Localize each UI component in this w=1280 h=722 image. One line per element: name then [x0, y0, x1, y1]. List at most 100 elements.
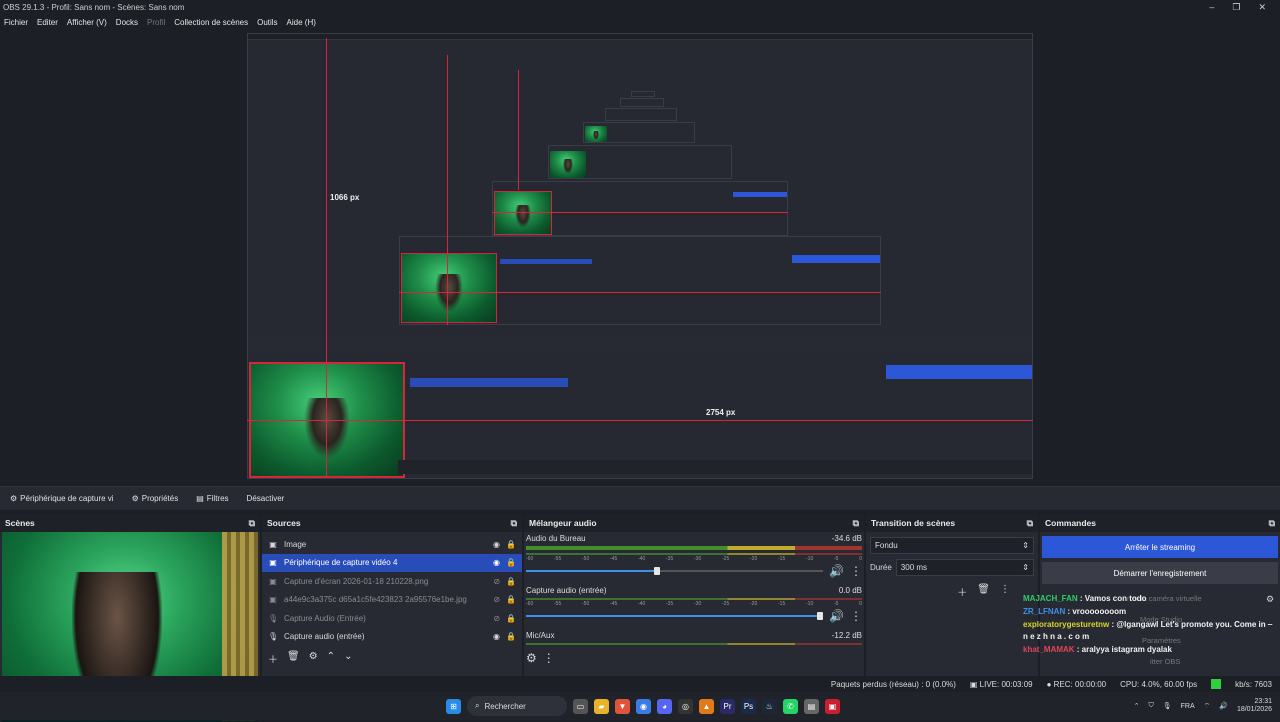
menu-edit[interactable]: Editer: [37, 18, 58, 27]
premiere-icon[interactable]: Pr: [720, 698, 735, 714]
mic-icon[interactable]: 🎙: [1163, 702, 1172, 710]
minimize-button[interactable]: –: [1209, 2, 1214, 13]
volume-meter: [526, 643, 862, 645]
duration-field[interactable]: 300 ms ⇕: [895, 559, 1034, 576]
meter-tick-label: -60: [526, 556, 534, 562]
start-recording-button[interactable]: Démarrer l'enregistrement: [1042, 562, 1278, 584]
chat-message: MAJACH_FAN : Vamos con todo: [1023, 594, 1147, 603]
trash-icon[interactable]: 🗑: [287, 651, 300, 666]
volume-icon[interactable]: 🔊: [1219, 702, 1228, 710]
channel-name: Audio du Bureau: [526, 534, 586, 543]
hidden-icon[interactable]: ⊘: [493, 577, 500, 586]
menu-help[interactable]: Aide (H): [287, 18, 316, 27]
mixer-title: Mélangeur audio: [529, 518, 597, 528]
task-view-icon[interactable]: ▭: [573, 698, 588, 714]
meter-tick-label: -5: [834, 556, 839, 562]
hidden-icon[interactable]: ⊘: [493, 614, 500, 623]
undock-icon[interactable]: ⧉: [249, 518, 255, 529]
program-preview[interactable]: 1066 px 2754 px: [0, 30, 1280, 486]
steam-icon[interactable]: ♨: [762, 698, 777, 714]
transition-select[interactable]: Fondu ⇕: [870, 537, 1034, 554]
source-item[interactable]: 🎙 Capture audio (entrée) ◉ 🔒: [262, 628, 522, 647]
speaker-icon[interactable]: 🔊: [829, 609, 844, 623]
discord-icon[interactable]: ◕: [657, 698, 672, 714]
properties-button[interactable]: ⚙ Propriétés: [126, 491, 185, 506]
whatsapp-icon[interactable]: ✆: [783, 698, 798, 714]
undock-icon[interactable]: ⧉: [511, 518, 517, 529]
maximize-button[interactable]: ❐: [1232, 2, 1240, 13]
shield-icon[interactable]: ⛉: [1149, 702, 1154, 710]
taskbar-search[interactable]: ⌕ Rechercher: [467, 696, 567, 716]
meter-tick-label: -45: [610, 556, 618, 562]
chevron-up-icon[interactable]: ⌃: [1134, 702, 1140, 710]
visibility-icon[interactable]: ◉: [493, 558, 500, 567]
image-icon: ▣: [269, 576, 277, 586]
deactivate-button[interactable]: Désactiver: [241, 491, 291, 506]
app-icon[interactable]: ▣: [825, 698, 840, 714]
lock-icon[interactable]: 🔒: [506, 632, 516, 641]
windows-start-icon[interactable]: ⊞: [446, 698, 461, 714]
more-icon[interactable]: ⋮: [850, 609, 862, 623]
lock-icon[interactable]: 🔒: [506, 595, 516, 604]
channel-db: 0.0 dB: [838, 586, 862, 595]
volume-slider[interactable]: [526, 567, 824, 575]
source-item[interactable]: ▣ a44e9c3a375c d65a1c5fe423823 2a95576e1…: [262, 591, 522, 610]
undock-icon[interactable]: ⧉: [853, 518, 859, 529]
scenes-dock: Scènes ⧉: [0, 514, 260, 722]
source-item[interactable]: 🎙 Capture Audio (Entrée) ⊘ 🔒: [262, 609, 522, 628]
chevron-down-icon[interactable]: ⌄: [344, 651, 352, 666]
close-button[interactable]: ✕: [1258, 2, 1266, 13]
brave-icon[interactable]: ▼: [615, 698, 630, 714]
gear-icon[interactable]: ⚙: [526, 651, 537, 665]
chrome-icon[interactable]: ◉: [636, 698, 651, 714]
nested-source-toolbar: [248, 337, 1032, 353]
hidden-icon[interactable]: ⊘: [493, 595, 500, 604]
language-indicator[interactable]: FRA: [1181, 703, 1195, 710]
visibility-icon[interactable]: ◉: [493, 540, 500, 549]
speaker-icon[interactable]: 🔊: [829, 564, 844, 578]
source-item[interactable]: ▣ Image ◉ 🔒: [262, 535, 522, 554]
photoshop-icon[interactable]: Ps: [741, 698, 756, 714]
trash-icon[interactable]: 🗑: [977, 584, 990, 599]
source-item-selected[interactable]: ▣ Périphérique de capture vidéo 4 ◉ 🔒: [262, 553, 522, 572]
lock-icon[interactable]: 🔒: [506, 614, 516, 623]
menu-profile[interactable]: Profil: [147, 18, 165, 27]
chevron-up-icon[interactable]: ⌃: [327, 651, 335, 666]
menu-scene-collection[interactable]: Collection de scènes: [174, 18, 248, 27]
undock-icon[interactable]: ⧉: [1027, 518, 1033, 529]
clock[interactable]: 23:31 18/01/2026: [1237, 698, 1272, 715]
menu-view[interactable]: Afficher (V): [67, 18, 107, 27]
add-icon[interactable]: ＋: [268, 651, 278, 666]
meter-tick-label: -35: [666, 556, 674, 562]
live-icon: ▣: [969, 679, 980, 689]
lock-icon[interactable]: 🔒: [506, 540, 516, 549]
wifi-icon[interactable]: ⌔: [1204, 702, 1211, 711]
image-icon: ▣: [269, 595, 277, 605]
lock-icon[interactable]: 🔒: [506, 558, 516, 567]
menu-bar: Fichier Editer Afficher (V) Docks Profil…: [0, 14, 1280, 30]
filters-button[interactable]: ▤ Filtres: [190, 491, 234, 506]
volume-slider[interactable]: [526, 612, 824, 620]
nested-obs-window-7: [620, 98, 664, 107]
vlc-icon[interactable]: ▲: [699, 698, 714, 714]
more-icon[interactable]: ⋮: [1000, 584, 1010, 599]
meter-tick-label: -45: [610, 601, 618, 607]
undock-icon[interactable]: ⧉: [1269, 518, 1275, 529]
more-icon[interactable]: ⋮: [850, 564, 862, 578]
menu-docks[interactable]: Docks: [116, 18, 138, 27]
more-icon[interactable]: ⋮: [543, 651, 555, 665]
menu-file[interactable]: Fichier: [4, 18, 28, 27]
obs-icon[interactable]: ◎: [678, 698, 693, 714]
app-icon[interactable]: ▤: [804, 698, 819, 714]
stop-streaming-button[interactable]: Arrêter le streaming: [1042, 536, 1278, 558]
meter-tick-label: -15: [778, 556, 786, 562]
file-explorer-icon[interactable]: ▰: [594, 698, 609, 714]
exit-button[interactable]: itter OBS: [1150, 657, 1180, 666]
visibility-icon[interactable]: ◉: [493, 632, 500, 641]
gear-icon[interactable]: ⚙: [309, 651, 318, 666]
selected-source: ⚙ Périphérique de capture vi: [10, 494, 114, 503]
add-icon[interactable]: ＋: [957, 584, 967, 599]
lock-icon[interactable]: 🔒: [506, 577, 516, 586]
source-item[interactable]: ▣ Capture d'écran 2026-01-18 210228.png …: [262, 572, 522, 591]
menu-tools[interactable]: Outils: [257, 18, 277, 27]
